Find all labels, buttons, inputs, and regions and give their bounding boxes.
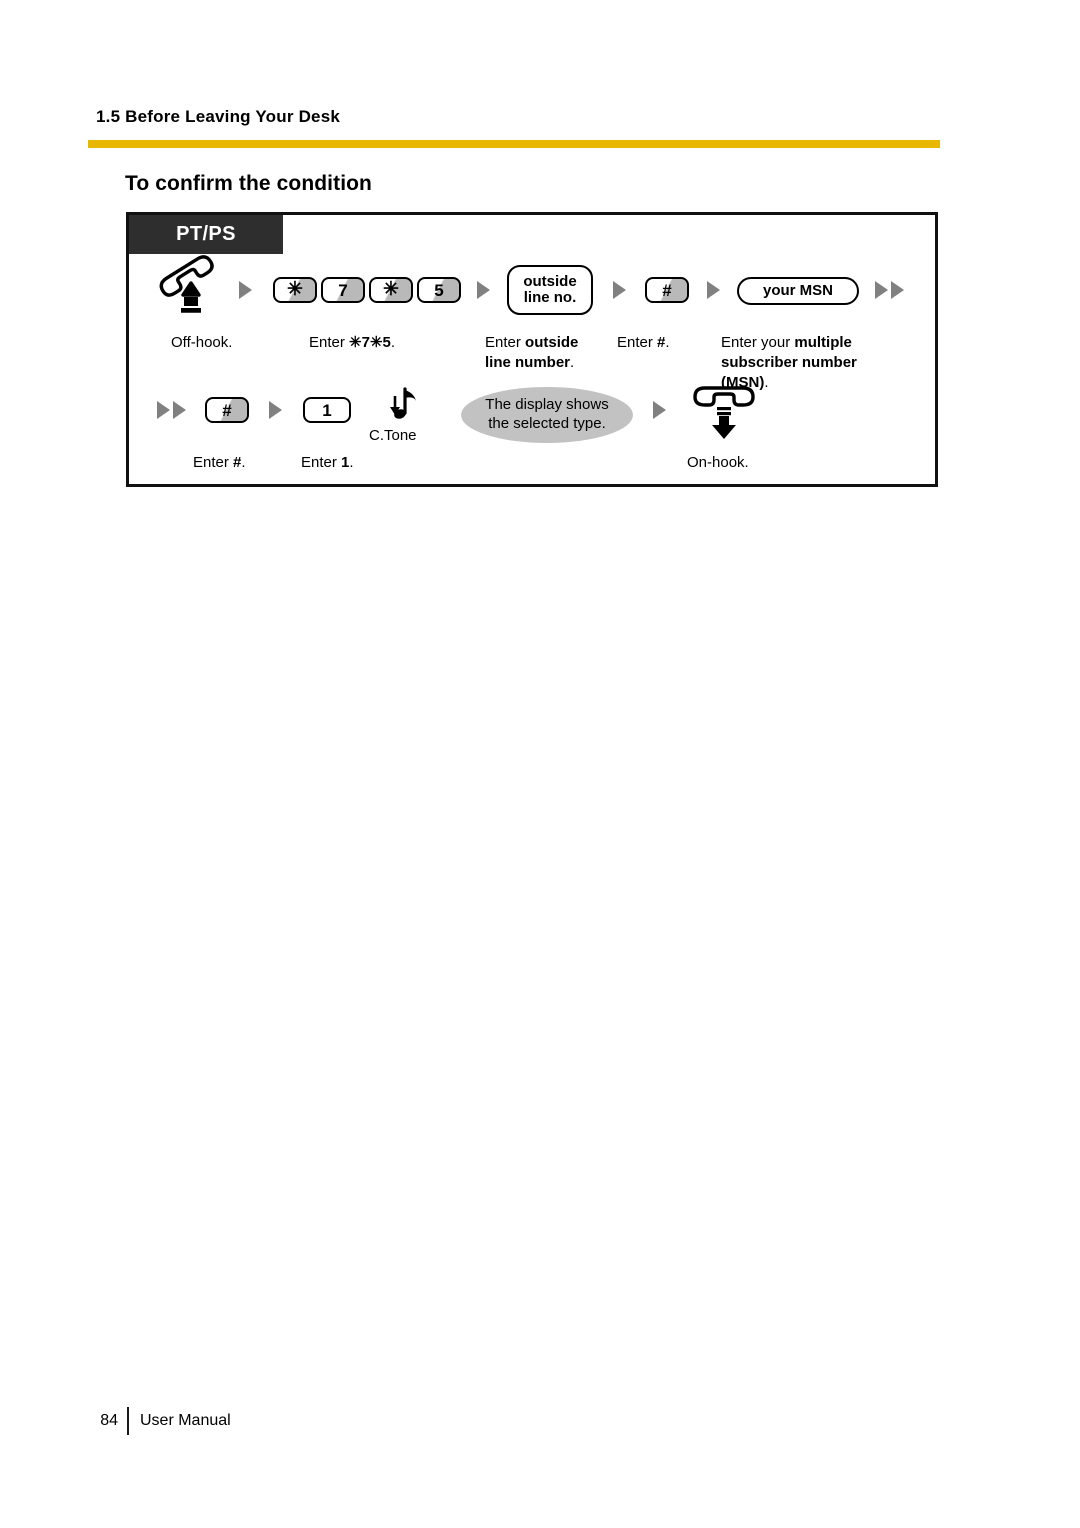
caption-hash1-prefix: Enter xyxy=(617,334,658,351)
running-head: 1.5 Before Leaving Your Desk xyxy=(96,107,341,126)
caption-hash2-suffix: . xyxy=(241,454,246,471)
procedure-diagram: PT/PS ✳ 7 ✳ 5 outside line no. # your MS… xyxy=(126,212,938,487)
caption-msn-prefix: Enter your xyxy=(721,334,795,351)
caption-outside-bold-2: line number xyxy=(485,353,571,371)
footer-divider xyxy=(127,1407,129,1435)
key-hash-1[interactable]: # xyxy=(645,277,689,303)
off-hook-handset-icon xyxy=(157,255,225,313)
outside-line-label-1: outside xyxy=(523,272,577,290)
confirmation-tone-icon xyxy=(385,387,419,427)
caption-hash1-suffix: . xyxy=(665,334,670,351)
flow-arrow-continue-b2 xyxy=(173,401,186,419)
flow-arrow-3 xyxy=(613,281,626,299)
key-star-2[interactable]: ✳ xyxy=(369,277,413,303)
key-hash-2[interactable]: # xyxy=(205,397,249,423)
flow-arrow-5 xyxy=(269,401,282,419)
caption-outside-suffix: . xyxy=(570,353,575,371)
key-star-1[interactable]: ✳ xyxy=(273,277,317,303)
caption-one-suffix: . xyxy=(349,454,354,471)
flow-arrow-continue-a2 xyxy=(891,281,904,299)
caption-enter-one: Enter 1. xyxy=(301,453,354,473)
caption-enter-code: Enter ✳7✳5. xyxy=(309,333,395,353)
page-title: To confirm the condition xyxy=(125,172,372,195)
on-hook-handset-icon xyxy=(691,383,757,441)
caption-outside-bold-1: outside xyxy=(525,334,579,351)
caption-enter-code-value: ✳7✳5 xyxy=(349,334,391,351)
caption-enter-code-prefix: Enter xyxy=(309,334,350,351)
caption-on-hook: On-hook. xyxy=(687,454,749,471)
caption-enter-outside-line: Enter outside line number. xyxy=(485,333,597,373)
key-1[interactable]: 1 xyxy=(303,397,351,423)
c-tone-label: C.Tone xyxy=(369,427,417,444)
caption-enter-hash-2: Enter #. xyxy=(193,453,246,473)
caption-hash2-prefix: Enter xyxy=(193,454,234,471)
flow-arrow-continue-b1 xyxy=(157,401,170,419)
caption-off-hook: Off-hook. xyxy=(171,334,233,351)
display-callout: The display shows the selected type. xyxy=(461,387,633,443)
caption-enter-hash-1: Enter #. xyxy=(617,333,670,353)
footer-label: User Manual xyxy=(140,1412,231,1429)
caption-one-prefix: Enter xyxy=(301,454,342,471)
your-msn-label: your MSN xyxy=(762,281,833,299)
flow-arrow-continue-a1 xyxy=(875,281,888,299)
caption-msn-suffix: . xyxy=(764,373,769,391)
flow-arrow-1 xyxy=(239,281,252,299)
phone-type-tag: PT/PS xyxy=(129,215,283,254)
flow-arrow-4 xyxy=(707,281,720,299)
caption-msn-bold-2: subscriber number xyxy=(721,353,857,371)
key-5[interactable]: 5 xyxy=(417,277,461,303)
outside-line-label-2: line no. xyxy=(523,289,577,306)
callout-line-1: The display shows xyxy=(485,396,609,414)
your-msn-entry[interactable]: your MSN xyxy=(737,277,859,305)
footer-page-number: 84 xyxy=(100,1412,118,1429)
caption-msn-bold-1: multiple xyxy=(794,334,852,351)
caption-enter-code-suffix: . xyxy=(390,334,396,351)
gold-divider-rule xyxy=(88,140,940,148)
caption-outside-prefix: Enter xyxy=(485,334,526,351)
key-7[interactable]: 7 xyxy=(321,277,365,303)
callout-line-2: the selected type. xyxy=(488,415,606,432)
flow-arrow-2 xyxy=(477,281,490,299)
flow-arrow-6 xyxy=(653,401,666,419)
outside-line-number-entry[interactable]: outside line no. xyxy=(507,265,593,315)
